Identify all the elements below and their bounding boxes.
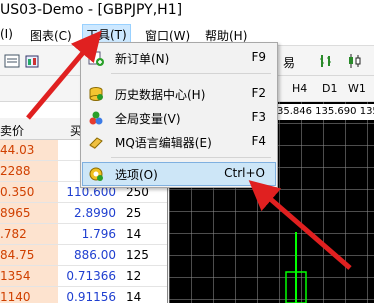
arrow-to-tools-menu [26,30,102,120]
arrow-to-options [248,180,352,270]
annotation-arrows [26,30,352,270]
